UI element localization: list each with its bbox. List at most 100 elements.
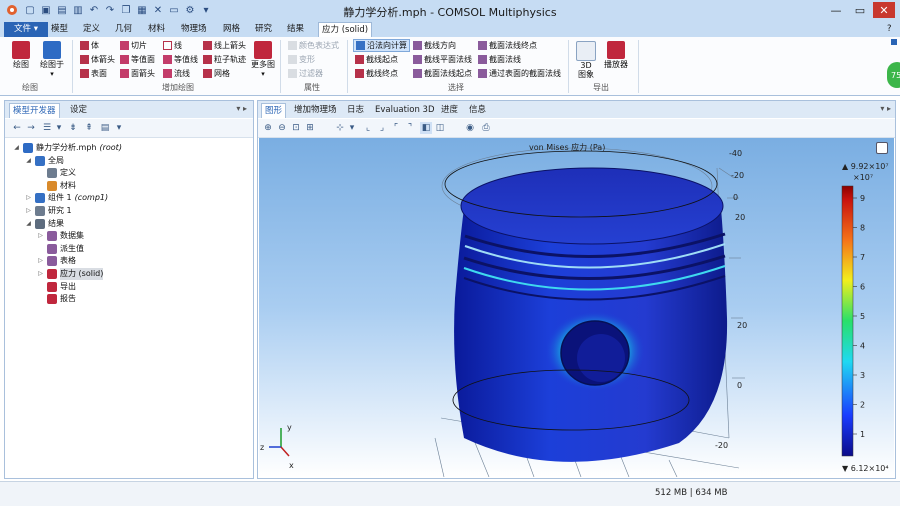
view-yz-icon[interactable]: ⌟ <box>376 122 388 134</box>
tab-progress[interactable]: 进度 <box>438 103 461 117</box>
tab-study[interactable]: 研究 <box>252 22 275 37</box>
zoom-box-icon[interactable]: ⊡ <box>290 122 302 134</box>
image3d-button[interactable]: 3D 图象 <box>576 41 596 79</box>
plot-in-button[interactable]: 绘图于 ▾ <box>40 41 64 78</box>
camera-icon[interactable]: ◉ <box>464 122 476 134</box>
tree-item[interactable]: ◢ 结果 <box>25 218 64 230</box>
tab-messages[interactable]: 信息 <box>466 103 489 117</box>
file-menu[interactable]: 文件 ▾ <box>4 22 48 37</box>
tree-item[interactable]: ▷ 组件 1 (comp1) <box>25 192 108 204</box>
more-plots-button[interactable]: 更多图 ▾ <box>251 41 275 78</box>
tree-item[interactable]: 定义 <box>37 167 76 179</box>
volume-arrow-button[interactable]: 体箭头 <box>80 54 115 65</box>
expand-all-icon[interactable]: ⇞ <box>83 122 95 134</box>
tab-results[interactable]: 结果 <box>284 22 307 37</box>
tab-model-builder[interactable]: 模型开发器 <box>9 103 60 118</box>
help-icon[interactable]: ? <box>884 22 895 37</box>
expand-toggle-icon[interactable]: ▷ <box>37 268 44 280</box>
tree-item[interactable]: 材料 <box>37 180 76 192</box>
line-arrow-button[interactable]: 线上箭头 <box>203 40 246 51</box>
tab-model[interactable]: 模型 <box>48 22 71 37</box>
tab-mesh[interactable]: 网格 <box>220 22 243 37</box>
expand-toggle-icon[interactable]: ◢ <box>13 142 20 154</box>
filter-button[interactable]: 过滤器 <box>288 68 323 79</box>
expand-toggle-icon[interactable]: ▷ <box>37 230 44 242</box>
progress-badge[interactable]: 75 <box>887 62 900 88</box>
section-normal-start-button[interactable]: 截面法线起点 <box>413 68 472 79</box>
tree-item[interactable]: 报告 <box>37 293 76 305</box>
chevron-down-icon[interactable]: ▾ <box>53 122 65 134</box>
volume-button[interactable]: 体 <box>80 40 99 51</box>
collapse-all-icon[interactable]: ⇟ <box>67 122 79 134</box>
tab-geometry[interactable]: 几何 <box>112 22 135 37</box>
mesh-button[interactable]: 网格 <box>203 68 230 79</box>
tree-options-icon[interactable]: ▤ <box>99 122 111 134</box>
maximize-button[interactable]: ▭ <box>849 2 871 18</box>
deformation-button[interactable]: 变形 <box>288 54 315 65</box>
player-button[interactable]: 播放器 <box>604 41 628 70</box>
normal-compute-button[interactable]: 沿法向计算 <box>353 39 410 52</box>
surface-arrow-button[interactable]: 面箭头 <box>120 68 155 79</box>
graphics-canvas[interactable]: von Mises 应力 (Pa) -40 -20 0 20 20 0 -20 … <box>259 138 894 477</box>
zoom-extents-icon[interactable]: ⊞ <box>304 122 316 134</box>
back-icon[interactable]: ← <box>11 122 23 134</box>
view-xy-icon[interactable]: ⌞ <box>362 122 374 134</box>
cutline-end-button[interactable]: 截线终点 <box>355 68 398 79</box>
cutline-start-button[interactable]: 截线起点 <box>355 54 398 65</box>
transparency-icon[interactable]: ◫ <box>434 122 446 134</box>
scene-light-icon[interactable]: ◧ <box>420 122 432 134</box>
expand-toggle-icon[interactable]: ◢ <box>25 155 32 167</box>
forward-icon[interactable]: → <box>25 122 37 134</box>
surface-section-normal-button[interactable]: 通过表面的截面法线 <box>478 68 561 79</box>
tab-physics[interactable]: 物理场 <box>178 22 210 37</box>
tree-item[interactable]: ▷ 表格 <box>37 255 76 267</box>
section-normal-button[interactable]: 截面法线 <box>478 54 521 65</box>
pin-icon[interactable]: ▾ ▸ <box>880 104 891 113</box>
pin-icon[interactable]: ▾ ▸ <box>236 104 247 113</box>
zoom-in-icon[interactable]: ⊕ <box>262 122 274 134</box>
streamline-button[interactable]: 流线 <box>163 68 190 79</box>
tree-item[interactable]: 导出 <box>37 281 76 293</box>
isosurface-button[interactable]: 等值面 <box>120 54 155 65</box>
minimize-button[interactable]: — <box>825 2 847 18</box>
particle-trace-button[interactable]: 粒子轨迹 <box>203 54 246 65</box>
tab-stress-solid[interactable]: 应力 (solid) <box>318 22 373 38</box>
expand-toggle-icon[interactable]: ▷ <box>25 192 32 204</box>
expand-toggle-icon[interactable]: ▷ <box>25 205 32 217</box>
tree-item[interactable]: ◢ 全局 <box>25 155 64 167</box>
tree-item[interactable]: ▷ 数据集 <box>37 230 84 242</box>
color-expression-button[interactable]: 颜色表达式 <box>288 40 339 51</box>
axes-icon[interactable]: ⊹ <box>334 122 346 134</box>
tree-item[interactable]: ▷ 研究 1 <box>25 205 72 217</box>
close-button[interactable]: ✕ <box>873 2 895 18</box>
section-normal-end-button[interactable]: 截面法线终点 <box>478 40 537 51</box>
snapshot-icon[interactable] <box>876 142 888 154</box>
tree-item[interactable]: 派生值 <box>37 243 84 255</box>
tab-add-physics[interactable]: 增加物理场 <box>291 103 340 117</box>
surface-button[interactable]: 表面 <box>80 68 107 79</box>
collapse-ribbon-icon[interactable] <box>891 39 897 45</box>
view-zx-icon[interactable]: ⌜ <box>390 122 402 134</box>
plot-button[interactable]: 绘图 <box>12 41 30 70</box>
expand-toggle-icon[interactable]: ▷ <box>37 255 44 267</box>
chevron-down-icon[interactable]: ▾ <box>346 122 358 134</box>
zoom-out-icon[interactable]: ⊖ <box>276 122 288 134</box>
contour-button[interactable]: 等值线 <box>163 54 198 65</box>
slice-button[interactable]: 切片 <box>120 40 147 51</box>
chevron-down-icon[interactable]: ▾ <box>113 122 125 134</box>
view-default-icon[interactable]: ⌝ <box>404 122 416 134</box>
tab-log[interactable]: 日志 <box>344 103 367 117</box>
tab-definitions[interactable]: 定义 <box>80 22 103 37</box>
tab-materials[interactable]: 材料 <box>145 22 168 37</box>
cutline-plane-normal-button[interactable]: 截线平面法线 <box>413 54 472 65</box>
expand-toggle-icon[interactable]: ◢ <box>25 218 32 230</box>
cutline-direction-button[interactable]: 截线方向 <box>413 40 456 51</box>
tab-graphics[interactable]: 图形 <box>261 103 287 118</box>
tree-item[interactable]: ◢ 静力学分析.mph (root) <box>13 142 122 154</box>
tab-settings[interactable]: 设定 <box>67 103 90 117</box>
print-icon[interactable]: ⎙ <box>480 122 492 134</box>
tree-item[interactable]: ▷ 应力 (solid) <box>37 268 104 280</box>
tab-evaluation-3d[interactable]: Evaluation 3D <box>372 103 438 117</box>
show-icon[interactable]: ☰ <box>41 122 53 134</box>
line-button[interactable]: 线 <box>163 40 182 51</box>
